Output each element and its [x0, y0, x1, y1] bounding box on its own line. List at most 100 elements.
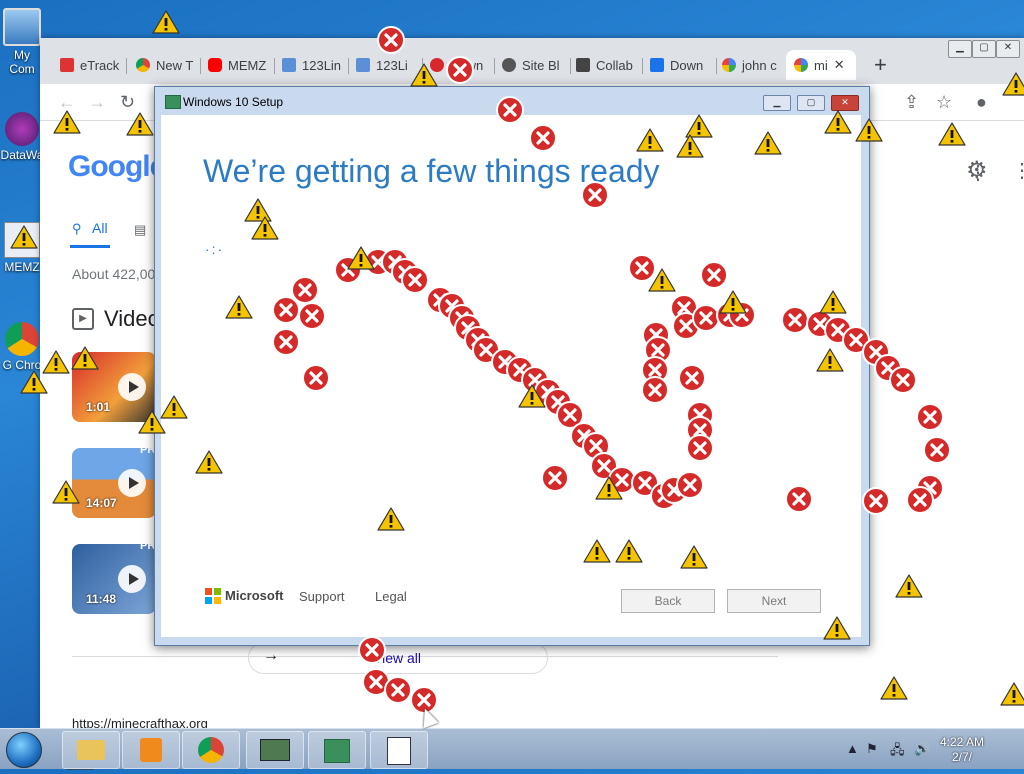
tab-label: 123Lin	[302, 57, 342, 73]
taskbar-media-player[interactable]	[122, 731, 180, 769]
taskbar-setup[interactable]	[308, 731, 366, 769]
view-all-button[interactable]: → View all	[248, 642, 548, 674]
taskbar-chrome[interactable]	[182, 731, 240, 769]
google-favicon	[794, 58, 808, 72]
error-icon	[781, 306, 809, 334]
warning-icon	[854, 117, 884, 143]
settings-gear-icon[interactable]: ⚙	[966, 156, 988, 185]
memz-app-icon	[260, 739, 290, 761]
tab-new[interactable]: New T	[136, 50, 196, 80]
desktop-icon-my-computer[interactable]: My Com	[0, 8, 44, 76]
warning-icon	[194, 449, 224, 475]
legal-link[interactable]: Legal	[375, 589, 407, 604]
back-button[interactable]: Back	[621, 589, 715, 613]
warning-icon	[52, 109, 82, 135]
tab-label: eTrack	[80, 57, 120, 73]
close-window-button[interactable]: ✕	[996, 40, 1020, 58]
media-player-icon	[140, 738, 162, 762]
video-badge: PR	[140, 540, 156, 552]
video-duration: 11:48	[86, 592, 117, 606]
forward-arrow-icon[interactable]: →	[88, 92, 106, 113]
support-link[interactable]: Support	[299, 589, 345, 604]
error-icon	[377, 26, 405, 54]
download-favicon	[650, 58, 664, 72]
warning-icon	[346, 245, 376, 271]
error-icon	[678, 364, 706, 392]
warning-icon	[675, 133, 705, 159]
profile-icon[interactable]: ●	[976, 92, 987, 113]
action-center-icon[interactable]: ⚑	[866, 741, 878, 757]
taskbar-notepad[interactable]	[370, 731, 428, 769]
tab-memz[interactable]: MEMZ	[208, 50, 268, 80]
warning-icon	[137, 409, 167, 435]
error-icon	[641, 376, 669, 404]
start-button[interactable]	[6, 732, 42, 768]
arrow-right-icon: →	[263, 647, 279, 664]
setup-minimize-button[interactable]: ▁	[763, 95, 791, 111]
show-hidden-icons-icon[interactable]: ▲	[846, 741, 859, 756]
tab-collab[interactable]: Collab	[576, 50, 638, 80]
news-icon[interactable]: ▤	[134, 222, 146, 238]
more-vertical-icon[interactable]: ⋮	[1012, 158, 1024, 183]
taskbar: ▲ ⚑ 🖧 🔊 4:22 AM 2/7/	[0, 728, 1024, 769]
taskbar-explorer[interactable]	[62, 731, 120, 769]
google-logo[interactable]: Google	[68, 150, 166, 184]
next-button[interactable]: Next	[727, 589, 821, 613]
warning-icon	[815, 347, 845, 373]
volume-icon[interactable]: 🔊	[914, 741, 930, 757]
results-count: About 422,00	[72, 266, 156, 282]
warning-icon	[9, 224, 39, 250]
tab-google-john[interactable]: john c	[722, 50, 780, 80]
desktop-icon-datawa[interactable]: DataWa	[0, 112, 44, 162]
tab-separator	[200, 58, 201, 74]
bookmark-star-icon[interactable]: ☆	[936, 92, 952, 113]
video-badge: PR	[140, 444, 156, 456]
error-icon	[862, 487, 890, 515]
tab-123link-1[interactable]: 123Lin	[282, 50, 342, 80]
desktop-icon-label: MEMZ	[4, 260, 40, 274]
video-badges: PR PR PR	[140, 402, 155, 690]
warning-icon	[614, 538, 644, 564]
tab-strip: eTrack New T MEMZ 123Lin 123Li Down	[40, 38, 1024, 84]
close-tab-icon[interactable]: ✕	[834, 57, 845, 73]
colab-favicon	[576, 58, 590, 72]
system-clock[interactable]: 4:22 AM 2/7/	[940, 735, 984, 765]
tab-site-blocked[interactable]: Site Bl	[502, 50, 566, 80]
123link-favicon	[356, 58, 370, 72]
minimize-button[interactable]: ▁	[948, 40, 972, 58]
warning-icon	[224, 294, 254, 320]
tab-all-underline	[70, 245, 110, 248]
tab-separator	[274, 58, 275, 74]
reload-icon[interactable]: ↻	[120, 92, 135, 113]
play-icon	[118, 373, 146, 401]
tab-google-active[interactable]: mi ✕	[786, 50, 856, 80]
tab-all[interactable]: All	[92, 220, 108, 236]
error-icon	[686, 434, 714, 462]
loading-spinner-icon: ·:·	[205, 241, 225, 257]
chrome-icon	[198, 737, 224, 763]
error-icon	[358, 636, 386, 664]
maximize-button[interactable]: ▢	[972, 40, 996, 58]
tab-download[interactable]: Down	[650, 50, 712, 80]
tab-separator	[716, 58, 717, 74]
tab-label: Site Bl	[522, 57, 560, 73]
warning-icon	[250, 215, 280, 241]
video-play-icon: ▶	[72, 308, 94, 330]
new-tab-button[interactable]: +	[874, 52, 887, 78]
tab-etrack[interactable]: eTrack	[60, 50, 120, 80]
error-icon	[384, 676, 412, 704]
taskbar-memz[interactable]	[246, 731, 304, 769]
google-logo-text: Google	[68, 150, 166, 183]
setup-window-title: Windows 10 Setup	[183, 95, 284, 109]
error-icon	[541, 464, 569, 492]
network-icon[interactable]: 🖧	[890, 741, 905, 763]
tab-123link-2[interactable]: 123Li	[356, 50, 416, 80]
setup-maximize-button[interactable]: ▢	[797, 95, 825, 111]
share-icon[interactable]: ⇪	[904, 92, 919, 113]
123link-favicon	[282, 58, 296, 72]
warning-icon	[718, 289, 748, 315]
video-duration: 1:01	[86, 400, 111, 414]
desktop-icon-chrome[interactable]: G Chro	[0, 322, 44, 372]
google-favicon	[722, 58, 736, 72]
warning-icon	[999, 681, 1024, 707]
